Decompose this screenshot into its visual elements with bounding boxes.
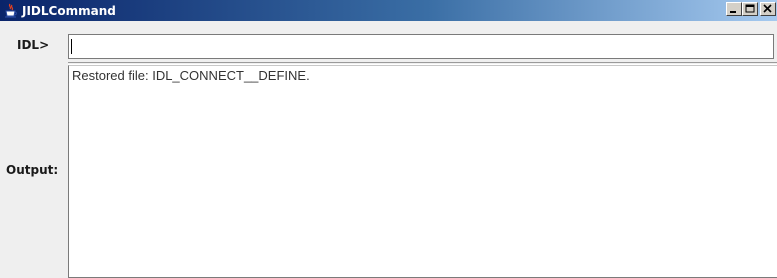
java-cup-icon[interactable]	[3, 3, 19, 19]
jidlcommand-window: JIDLCommand IDL> Output: Restored file: …	[0, 0, 777, 278]
text-caret	[71, 39, 72, 54]
maximize-button[interactable]	[742, 2, 758, 16]
idl-prompt-label: IDL>	[17, 38, 50, 52]
window-controls	[726, 2, 776, 16]
close-icon	[763, 4, 772, 13]
close-button[interactable]	[760, 2, 776, 16]
maximize-icon	[745, 4, 755, 13]
output-label: Output:	[6, 163, 59, 177]
output-text-area[interactable]: Restored file: IDL_CONNECT__DEFINE.	[68, 65, 777, 278]
title-bar[interactable]: JIDLCommand	[0, 0, 777, 21]
minimize-icon	[730, 11, 736, 13]
idl-command-input[interactable]	[68, 34, 774, 59]
output-line: Restored file: IDL_CONNECT__DEFINE.	[72, 68, 310, 83]
minimize-button[interactable]	[726, 2, 742, 16]
window-title: JIDLCommand	[22, 3, 116, 18]
